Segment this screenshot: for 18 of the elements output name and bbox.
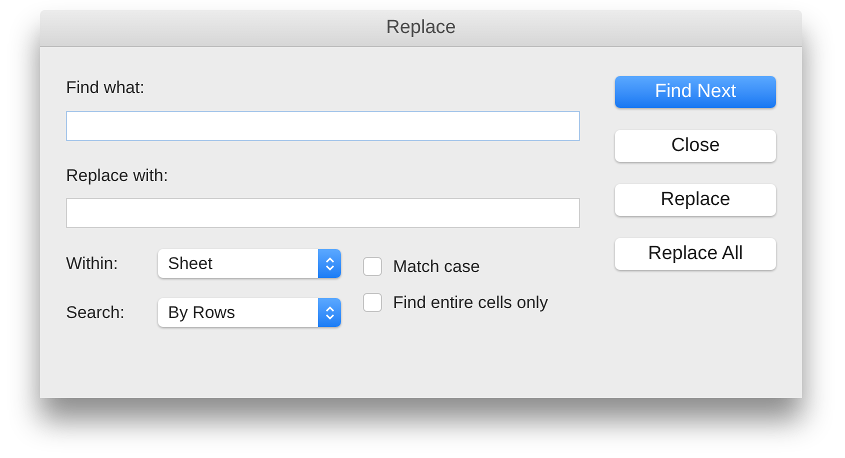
dialog-button[interactable]: Close bbox=[615, 130, 776, 162]
checkbox-label: Match case bbox=[393, 256, 480, 278]
checkbox[interactable] bbox=[363, 257, 382, 276]
text-field[interactable] bbox=[66, 198, 580, 228]
dialog-button[interactable]: Replace All bbox=[615, 238, 776, 270]
select-label: Search: bbox=[66, 302, 126, 324]
up-down-arrows-icon bbox=[324, 256, 334, 272]
select-label: Within: bbox=[66, 252, 119, 275]
dialog-button[interactable]: Replace bbox=[615, 184, 776, 216]
dropdown[interactable]: Sheet bbox=[158, 249, 341, 278]
window-title: Replace bbox=[386, 16, 456, 40]
text-field[interactable] bbox=[66, 110, 580, 140]
dropdown[interactable]: By Rows bbox=[158, 298, 341, 327]
checkbox[interactable] bbox=[363, 292, 382, 312]
field-label: Find what: bbox=[66, 77, 146, 99]
up-down-arrows-icon bbox=[324, 304, 334, 320]
checkbox-label: Find entire cells only bbox=[393, 292, 548, 314]
field-label: Replace with: bbox=[66, 164, 170, 186]
